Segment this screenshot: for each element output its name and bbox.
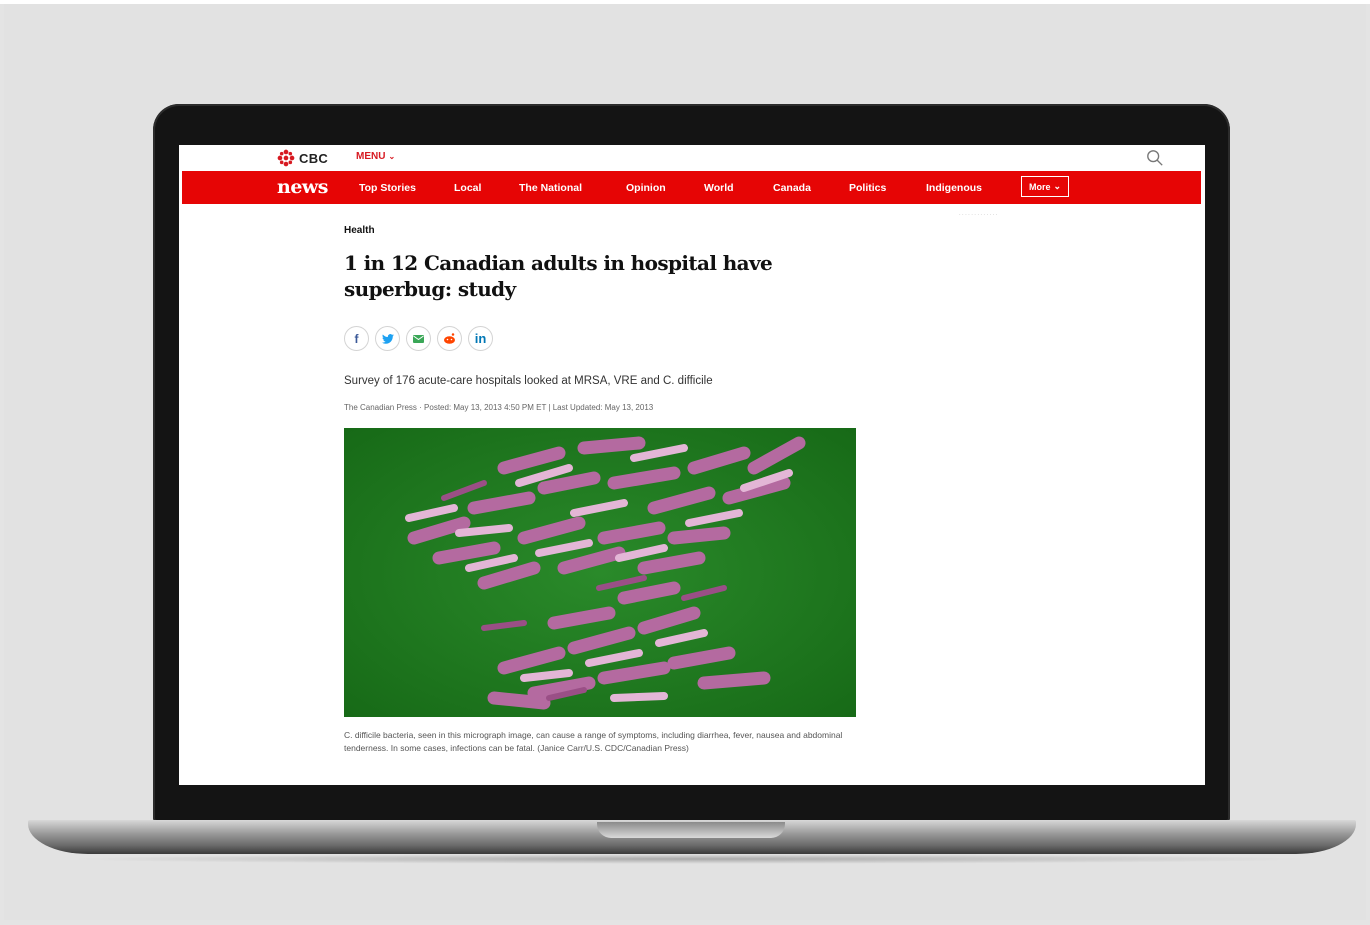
twitter-bird-shape <box>381 333 394 344</box>
facebook-icon[interactable]: f <box>344 326 369 351</box>
article-category[interactable]: Health <box>344 225 375 236</box>
nav-item-opinion[interactable]: Opinion <box>626 182 666 194</box>
article-deck: Survey of 176 acute-care hospitals looke… <box>344 375 713 387</box>
nav-item-local[interactable]: Local <box>454 182 481 194</box>
nav-item-the-national[interactable]: The National <box>519 182 582 194</box>
nav-item-world[interactable]: World <box>704 182 734 194</box>
laptop-shadow <box>60 854 1320 864</box>
image-caption: C. difficile bacteria, seen in this micr… <box>344 730 843 753</box>
reddit-alien-shape <box>444 333 455 344</box>
browser-screen: CBC MENU ⌄ news Top Stories Local The Nat… <box>179 145 1205 785</box>
menu-label: MENU <box>356 151 386 162</box>
nav-item-canada[interactable]: Canada <box>773 182 811 194</box>
linkedin-icon[interactable]: in <box>468 326 493 351</box>
nav-more-button[interactable]: More ⌄ <box>1021 176 1069 197</box>
cbc-logo[interactable]: CBC <box>277 149 328 167</box>
search-icon[interactable] <box>1146 149 1164 167</box>
bacteria-micrograph-image <box>344 428 856 717</box>
email-icon[interactable] <box>406 326 431 351</box>
chevron-down-icon: ⌄ <box>388 152 396 161</box>
twitter-icon[interactable] <box>375 326 400 351</box>
reddit-icon[interactable] <box>437 326 462 351</box>
article-byline: The Canadian Press · Posted: May 13, 201… <box>344 403 654 412</box>
article-headline: 1 in 12 Canadian adults in hospital have… <box>344 251 773 301</box>
nav-item-indigenous[interactable]: Indigenous <box>926 182 982 194</box>
ad-placeholder: · · · · · · · · · · · · · <box>959 212 998 218</box>
share-bar: f in <box>344 326 493 351</box>
news-logo[interactable]: news <box>277 176 328 198</box>
section-navbar: news Top Stories Local The National Opin… <box>182 171 1201 204</box>
menu-button[interactable]: MENU ⌄ <box>356 151 395 162</box>
laptop-notch <box>597 822 785 838</box>
cbc-wordmark: CBC <box>299 150 329 166</box>
nav-item-top-stories[interactable]: Top Stories <box>359 182 416 194</box>
envelope-shape <box>413 334 424 343</box>
chevron-down-icon: ⌄ <box>1053 181 1062 191</box>
article-hero-image <box>344 428 856 717</box>
nav-item-politics[interactable]: Politics <box>849 182 886 194</box>
cbc-gem-icon <box>277 149 295 167</box>
site-topbar: CBC MENU ⌄ <box>179 145 1205 171</box>
nav-more-label: More <box>1028 181 1051 192</box>
